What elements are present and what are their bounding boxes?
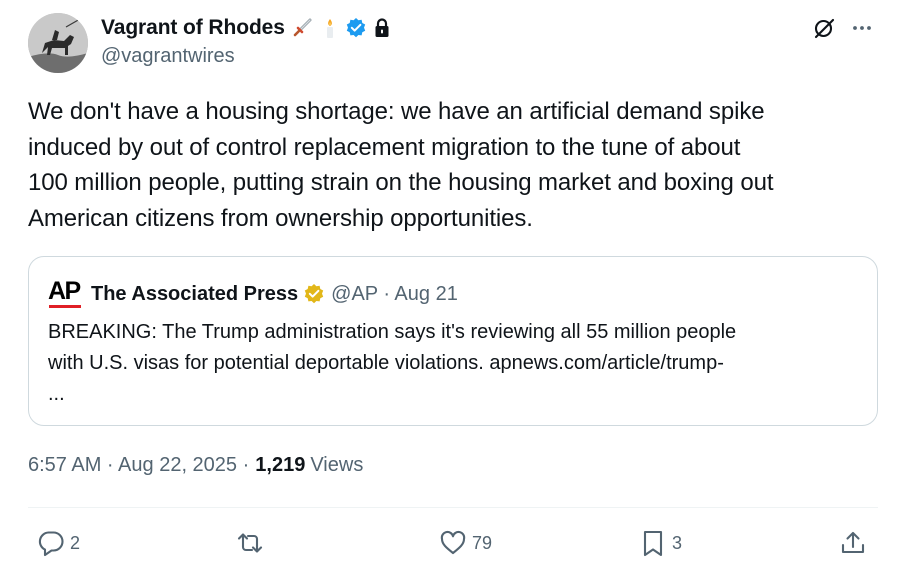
quoted-text-line: BREAKING: The Trump administration says … (48, 321, 737, 343)
tweet-text-line: We don't have a housing shortage: we hav… (28, 98, 765, 125)
reply-count: 2 (70, 532, 81, 553)
views-label: Views (310, 454, 364, 476)
author-display-name[interactable]: Vagrant of Rhodes (101, 16, 285, 40)
tweet-text-line: 100 million people, putting strain on th… (28, 169, 774, 196)
quoted-tweet-card[interactable]: AP The Associated Press @AP · Aug 21 BRE… (28, 256, 878, 426)
more-options-button[interactable] (850, 16, 874, 40)
ap-logo-underline (49, 305, 81, 308)
quoted-handle-date[interactable]: @AP · Aug 21 (331, 283, 458, 306)
more-dots-icon (853, 26, 871, 30)
avatar[interactable] (28, 13, 88, 73)
bookmark-button[interactable]: 3 (638, 527, 682, 559)
like-button[interactable]: 79 (438, 527, 492, 559)
tweet-timestamp[interactable]: 6:57 AM · Aug 22, 2025 · (28, 454, 249, 477)
quoted-text-line: ... (48, 383, 65, 405)
reply-icon (38, 531, 64, 557)
tweet-text: We don't have a housing shortage: we hav… (28, 94, 878, 236)
grok-icon (814, 18, 835, 39)
author-handle[interactable]: @vagrantwires (101, 45, 235, 68)
bookmark-count: 3 (672, 532, 683, 553)
gold-verified-badge-icon[interactable] (303, 283, 325, 305)
tweet-text-line: induced by out of control replacement mi… (28, 133, 741, 161)
quoted-text-line: with U.S. visas for potential deportable… (48, 352, 724, 374)
avatar-image (28, 13, 88, 73)
retweet-button[interactable] (235, 527, 269, 559)
views-count: 1,219 (255, 454, 306, 476)
heart-icon (440, 530, 466, 555)
grok-button[interactable] (812, 16, 836, 40)
divider (28, 507, 878, 508)
tweet-text-line: American citizens from ownership opportu… (28, 204, 533, 232)
dagger-icon (293, 18, 312, 37)
quoted-tweet-header: AP The Associated Press @AP · Aug 21 (48, 278, 458, 310)
like-count: 79 (472, 532, 493, 553)
author-name-row: Vagrant of Rhodes (101, 14, 392, 42)
ap-logo[interactable]: AP (48, 278, 83, 310)
lock-icon (375, 18, 389, 37)
candle-icon (326, 19, 333, 38)
share-icon (841, 531, 865, 554)
ap-logo-text: AP (48, 277, 81, 305)
bookmark-icon (643, 530, 663, 557)
reply-button[interactable]: 2 (36, 527, 80, 559)
quoted-author-name[interactable]: The Associated Press (91, 283, 298, 306)
retweet-icon (237, 533, 263, 553)
share-button[interactable] (838, 527, 872, 559)
tweet-meta: 6:57 AM · Aug 22, 2025 · 1,219 Views (28, 454, 363, 477)
blue-verified-badge-icon[interactable] (345, 17, 367, 39)
quoted-tweet-text: BREAKING: The Trump administration says … (48, 317, 860, 410)
